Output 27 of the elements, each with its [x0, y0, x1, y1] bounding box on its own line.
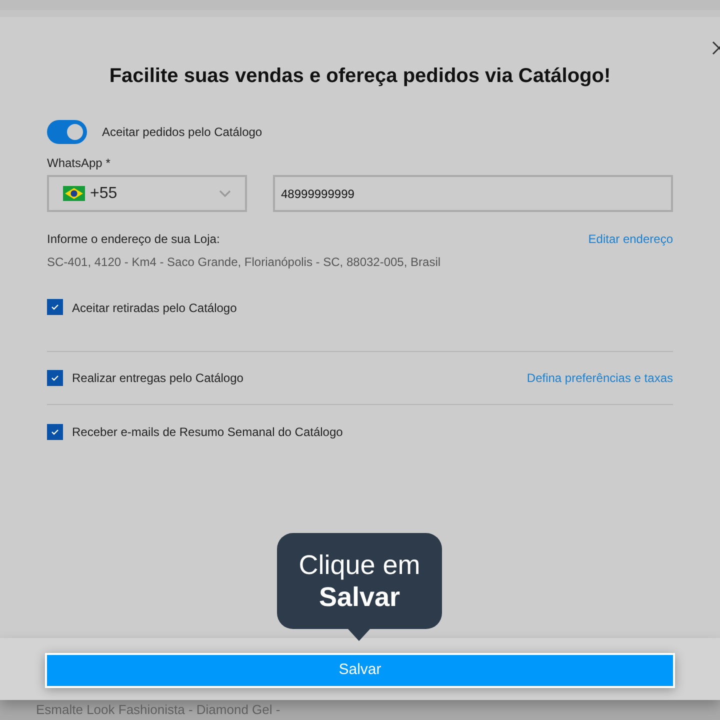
country-code: +55 [90, 184, 118, 204]
field-label: WhatsApp * [47, 155, 112, 172]
country-select[interactable]: +55 [47, 175, 247, 212]
dialog-title: Facilite suas vendas e ofereça pedidos via Catálogo! [108, 64, 612, 88]
tooltip-text: Clique em [298, 549, 420, 581]
background-text: Esmalte Look Fashionista - Diamond Gel - [36, 702, 280, 718]
phone-field[interactable]: 48999999999 [273, 175, 673, 212]
toggle-switch[interactable] [47, 120, 87, 144]
checkbox-label: Realizar entregas pelo Catálogo [72, 370, 244, 387]
checkbox-label: Aceitar retiradas pelo Catálogo [72, 300, 237, 317]
checkbox[interactable] [47, 299, 63, 315]
toggle-label: Aceitar pedidos pelo Catálogo [102, 124, 262, 141]
checkbox[interactable] [47, 424, 63, 440]
check-icon [50, 302, 60, 312]
checkbox[interactable] [47, 370, 63, 386]
check-icon [50, 426, 60, 436]
address-text: SC-401, 4120 - Km4 - Saco Grande, Florianópolis - SC, 88032-005, Brasil [47, 254, 442, 271]
close-icon[interactable] [712, 41, 720, 55]
preferences-link[interactable]: Defina preferências e taxas [526, 369, 673, 387]
flag-icon [63, 186, 85, 201]
checkbox-label: Receber e-mails de Resumo Semanal do Catálogo [72, 424, 343, 440]
check-icon [50, 373, 60, 383]
address-label: Informe o endereço de sua Loja: [47, 231, 220, 248]
chevron-down-icon [219, 190, 231, 198]
tooltip-text: Salvar [318, 581, 400, 613]
edit-address-link[interactable]: Editar endereço [588, 230, 673, 248]
save-button[interactable]: Salvar [45, 653, 675, 688]
